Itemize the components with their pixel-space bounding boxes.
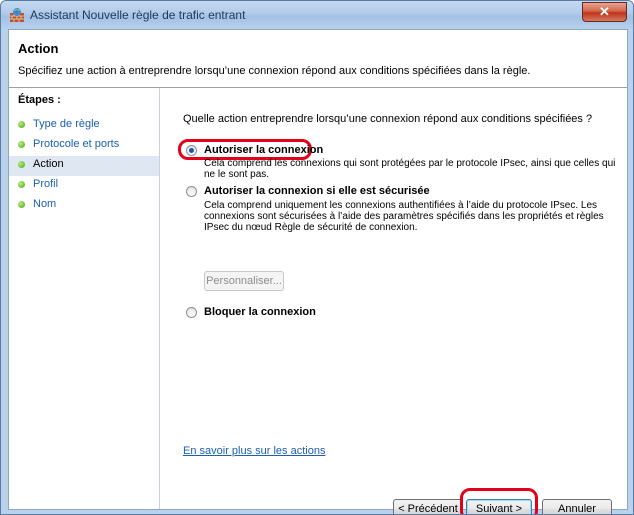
close-button[interactable]: ✕ [582,2,627,22]
step-bullet-icon [18,161,25,168]
page-title: Action [18,41,59,56]
firewall-icon [10,8,24,22]
cancel-button[interactable]: Annuler [542,499,612,514]
allow-if-secure-description: Cela comprend uniquement les connexions … [204,200,624,233]
learn-more-link[interactable]: En savoir plus sur les actions [183,445,325,457]
radio-allow-if-secure[interactable] [186,186,197,197]
step-action[interactable]: Action [9,156,159,176]
allow-connection-description: Cela comprend les connexions qui sont pr… [204,158,624,180]
step-bullet-icon [18,181,25,188]
step-bullet-icon [18,121,25,128]
main-pane: Quelle action entreprendre lorsqu’une co… [160,88,627,514]
customize-button[interactable]: Personnaliser... [204,271,284,291]
action-question: Quelle action entreprendre lorsqu’une co… [183,113,593,125]
description-line: IPsec du nœud Règle de sécurité de conne… [204,222,418,233]
description-line: ne le sont pas. [204,169,270,180]
step-profile[interactable]: Profil [9,176,159,196]
client-area: Action Spécifiez une action à entreprend… [8,29,628,514]
step-label: Action [33,158,64,170]
step-bullet-icon [18,201,25,208]
step-protocol-ports[interactable]: Protocole et ports [9,136,159,156]
steps-pane: Étapes : Type de règle Protocole et port… [9,88,160,509]
next-button[interactable]: Suivant > [466,499,532,514]
step-label: Profil [33,178,59,190]
steps-title: Étapes : [18,94,61,106]
step-bullet-icon [18,141,25,148]
allow-if-secure-label[interactable]: Autoriser la connexion si elle est sécur… [204,185,430,197]
title-bar[interactable]: Assistant Nouvelle règle de trafic entra… [1,1,633,29]
step-label: Type de règle [33,118,100,130]
radio-allow-connection[interactable] [186,145,197,156]
close-icon: ✕ [599,4,610,19]
window-title: Assistant Nouvelle règle de trafic entra… [30,8,246,22]
wizard-window: Assistant Nouvelle règle de trafic entra… [0,0,634,515]
steps-list: Type de règle Protocole et ports Action … [9,116,159,216]
block-connection-label[interactable]: Bloquer la connexion [204,306,316,318]
description-line: Cela comprend uniquement les connexions … [204,200,598,211]
step-name[interactable]: Nom [9,196,159,216]
step-rule-type[interactable]: Type de règle [9,116,159,136]
page-subtitle: Spécifiez une action à entreprendre lors… [18,65,531,77]
radio-block-connection[interactable] [186,307,197,318]
step-label: Protocole et ports [33,138,120,150]
description-line: connexions sont sécurisées à l’aide des … [204,211,604,222]
page-header: Action Spécifiez une action à entreprend… [9,30,627,88]
step-label: Nom [33,198,57,210]
allow-connection-label[interactable]: Autoriser la connexion [204,144,323,156]
back-button[interactable]: < Précédent [393,499,463,514]
description-line: Cela comprend les connexions qui sont pr… [204,158,616,169]
